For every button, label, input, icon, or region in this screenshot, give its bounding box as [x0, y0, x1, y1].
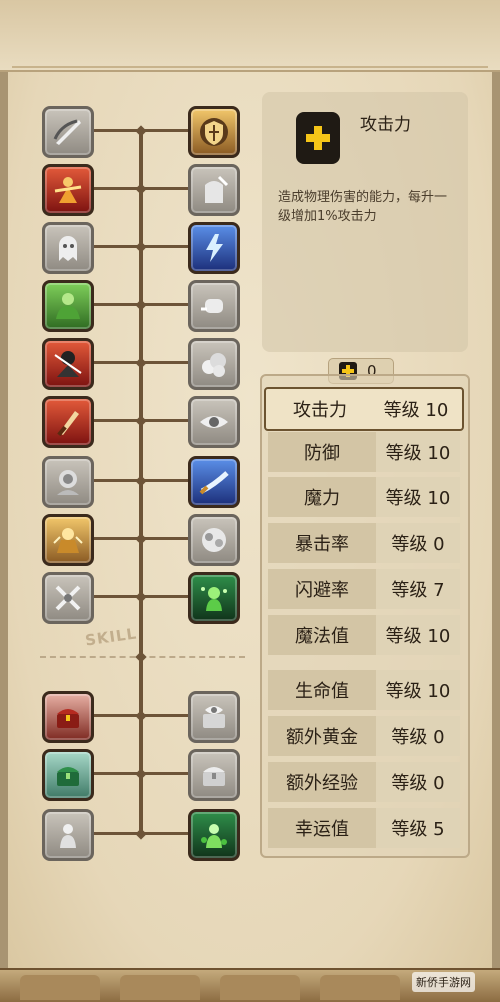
eye-icon[interactable] — [188, 396, 240, 448]
red-chest-icon[interactable] — [42, 691, 94, 743]
spirit-icon[interactable] — [42, 809, 94, 861]
stat-row[interactable]: 魔力 等级 10 — [268, 477, 460, 517]
dark-assassin-icon[interactable] — [42, 338, 94, 390]
blue-sword-icon[interactable] — [188, 456, 240, 508]
sword-slash-icon[interactable] — [42, 106, 94, 158]
punch-icon[interactable] — [188, 280, 240, 332]
stat-row[interactable]: 额外黄金 等级 0 — [268, 716, 460, 756]
tree-branch-left — [94, 537, 140, 540]
golden-guardian-icon[interactable] — [42, 514, 94, 566]
armor-icon[interactable] — [188, 164, 240, 216]
cloud-icon[interactable] — [188, 514, 240, 566]
stat-name: 暴击率 — [268, 523, 376, 563]
stat-level: 等级 7 — [376, 569, 460, 609]
stat-row[interactable]: 闪避率 等级 7 — [268, 569, 460, 609]
stat-level: 等级 10 — [376, 615, 460, 655]
attack-plus-icon — [296, 112, 340, 164]
stat-level: 等级 0 — [376, 716, 460, 756]
stat-row[interactable]: 暴击率 等级 0 — [268, 523, 460, 563]
tree-branch-left — [94, 832, 140, 835]
watermark-text: 新侨手游网 — [412, 972, 475, 992]
tree-branch-left — [94, 772, 140, 775]
stat-name: 防御 — [268, 432, 376, 472]
left-frame — [0, 0, 8, 1000]
stat-name: 额外经验 — [268, 762, 376, 802]
tree-branch-right — [143, 537, 188, 540]
right-frame — [492, 0, 500, 1000]
green-brute-icon[interactable] — [42, 280, 94, 332]
stat-level: 等级 10 — [376, 670, 460, 710]
tree-branch-right — [143, 832, 188, 835]
tree-branch-left — [94, 303, 140, 306]
ghost-icon[interactable] — [42, 222, 94, 274]
smoke-icon[interactable] — [188, 338, 240, 390]
tree-branch-left — [94, 129, 140, 132]
shield-icon[interactable] — [188, 106, 240, 158]
tree-branch-right — [143, 479, 188, 482]
tree-branch-right — [143, 303, 188, 306]
stat-level: 等级 0 — [376, 523, 460, 563]
stat-row[interactable]: 魔法值 等级 10 — [268, 615, 460, 655]
tree-branch-right — [143, 361, 188, 364]
stat-row[interactable]: 攻击力 等级 10 — [264, 387, 464, 431]
tree-branch-left — [94, 245, 140, 248]
tree-branch-left — [94, 419, 140, 422]
shadow-icon[interactable] — [42, 456, 94, 508]
stat-name: 魔力 — [268, 477, 376, 517]
detail-title: 攻击力 — [360, 115, 411, 135]
stat-row[interactable]: 额外经验 等级 0 — [268, 762, 460, 802]
stat-row[interactable]: 防御 等级 10 — [268, 432, 460, 472]
stat-row[interactable]: 生命值 等级 10 — [268, 670, 460, 710]
stat-row[interactable]: 幸运值 等级 5 — [268, 808, 460, 848]
stat-name: 幸运值 — [268, 808, 376, 848]
stat-level: 等级 5 — [376, 808, 460, 848]
bottom-tab-3[interactable] — [220, 975, 300, 1000]
bottom-tab-1[interactable] — [20, 975, 100, 1000]
tree-branch-left — [94, 595, 140, 598]
tree-branch-right — [143, 129, 188, 132]
bottom-tab-2[interactable] — [120, 975, 200, 1000]
tree-branch-left — [94, 361, 140, 364]
green-magic-icon[interactable] — [188, 572, 240, 624]
tree-branch-left — [94, 479, 140, 482]
crossed-swords-icon[interactable] — [42, 572, 94, 624]
stat-level: 等级 10 — [376, 477, 460, 517]
tree-branch-right — [143, 245, 188, 248]
gold-chest-icon[interactable] — [188, 749, 240, 801]
tree-branch-right — [143, 595, 188, 598]
stat-name: 闪避率 — [268, 569, 376, 609]
stat-level: 等级 10 — [376, 432, 460, 472]
tree-branch-left — [94, 187, 140, 190]
flame-warrior-icon[interactable] — [42, 164, 94, 216]
bottom-tab-4[interactable] — [320, 975, 400, 1000]
clover-spirit-icon[interactable] — [188, 809, 240, 861]
tree-branch-right — [143, 419, 188, 422]
stat-name: 攻击力 — [293, 400, 347, 421]
blade-icon[interactable] — [42, 396, 94, 448]
tree-branch-right — [143, 714, 188, 717]
tree-branch-right — [143, 772, 188, 775]
tree-branch-left — [94, 714, 140, 717]
lightning-icon[interactable] — [188, 222, 240, 274]
stat-name: 额外黄金 — [268, 716, 376, 756]
eye-chest-icon[interactable] — [188, 691, 240, 743]
stat-level: 等级 10 — [383, 400, 449, 421]
detail-description: 造成物理伤害的能力，每升一级增加1%攻击力 — [278, 190, 448, 224]
stat-level: 等级 0 — [376, 762, 460, 802]
stat-name: 魔法值 — [268, 615, 376, 655]
tree-branch-right — [143, 187, 188, 190]
top-bar — [0, 0, 500, 72]
green-chest-icon[interactable] — [42, 749, 94, 801]
stat-name: 生命值 — [268, 670, 376, 710]
